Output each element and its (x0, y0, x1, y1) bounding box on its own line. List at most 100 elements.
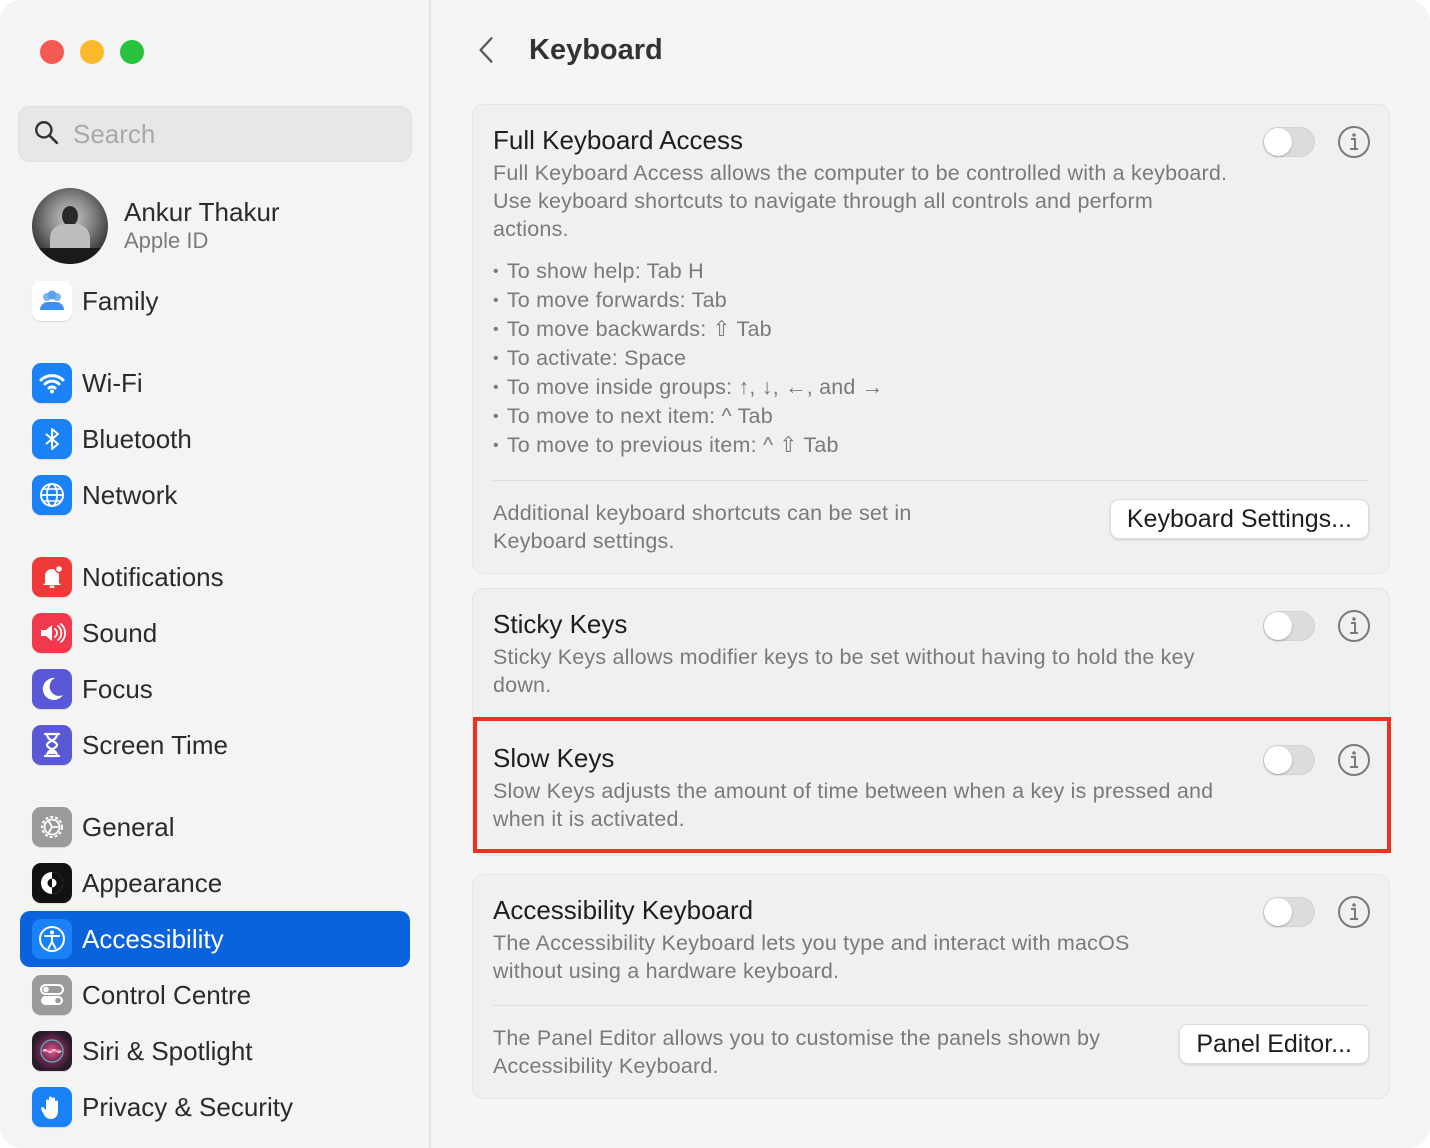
setting-description: The Accessibility Keyboard lets you type… (493, 931, 1130, 983)
page-header: Keyboard (471, 30, 663, 70)
shortcut-item: To move forwards: Tab (493, 286, 1369, 315)
shortcut-item: To move backwards: ⇧ Tab (493, 315, 1369, 344)
sidebar-item-label: Wi-Fi (82, 367, 143, 398)
keyboard-settings-button[interactable]: Keyboard Settings... (1109, 499, 1369, 539)
sticky-slow-keys-card: Sticky Keys Sticky Keys allows modifier … (472, 588, 1390, 856)
appearance-icon (32, 863, 72, 903)
accessibility-keyboard-toggle[interactable] (1263, 897, 1315, 927)
shortcut-item: To move to previous item: ^ ⇧ Tab (493, 431, 1369, 460)
setting-description: Sticky Keys allows modifier keys to be s… (493, 645, 1195, 697)
search-field[interactable] (18, 106, 412, 162)
setting-description: Slow Keys adjusts the amount of time bet… (493, 779, 1214, 831)
close-window-button[interactable] (40, 40, 64, 64)
maximize-window-button[interactable] (120, 40, 144, 64)
info-icon[interactable] (1337, 609, 1371, 643)
sidebar-item-family[interactable]: Family (20, 273, 410, 329)
accessibility-keyboard-card: Accessibility Keyboard The Accessibility… (472, 874, 1390, 1099)
window-controls (40, 40, 144, 64)
gear-icon (32, 807, 72, 847)
sidebar-item-sound[interactable]: Sound (20, 605, 410, 661)
control-centre-icon (32, 975, 72, 1015)
shortcut-item: To show help: Tab H (493, 257, 1369, 286)
globe-icon (32, 475, 72, 515)
sidebar-item-label: Network (82, 479, 178, 510)
sticky-keys-row: Sticky Keys Sticky Keys allows modifier … (473, 589, 1389, 719)
sidebar-item-label: Accessibility (82, 923, 224, 954)
hourglass-icon (32, 725, 72, 765)
sidebar-item-bluetooth[interactable]: Bluetooth (20, 411, 410, 467)
row-controls (1263, 895, 1371, 929)
sidebar-item-label: Screen Time (82, 729, 228, 760)
full-keyboard-access-row: Full Keyboard Access Full Keyboard Acces… (473, 105, 1389, 460)
search-icon (33, 119, 59, 150)
setting-title: Slow Keys (493, 743, 615, 773)
full-keyboard-access-card: Full Keyboard Access Full Keyboard Acces… (472, 104, 1390, 574)
bell-icon (32, 557, 72, 597)
system-settings-window: Ankur Thakur Apple ID Family Wi-Fi (0, 0, 1430, 1148)
sidebar-item-accessibility[interactable]: Accessibility (20, 911, 410, 967)
row-controls (1263, 609, 1371, 643)
sidebar-item-screen-time[interactable]: Screen Time (20, 717, 410, 773)
sidebar-item-label: Siri & Spotlight (82, 1035, 253, 1066)
accessibility-icon (32, 919, 72, 959)
footer-text: The Panel Editor allows you to customise… (493, 1026, 1101, 1078)
setting-title: Full Keyboard Access (493, 125, 744, 155)
footer-text: Additional keyboard shortcuts can be set… (493, 501, 912, 553)
profile-subtitle: Apple ID (124, 228, 209, 253)
main-content: Keyboard Full Keyboard Access Full Keybo… (431, 0, 1430, 1148)
sidebar-item-focus[interactable]: Focus (20, 661, 410, 717)
sidebar-item-control-centre[interactable]: Control Centre (20, 967, 410, 1023)
sidebar-notifications-group: Notifications Sound Focus Screen Time (20, 549, 410, 773)
sidebar-item-wifi[interactable]: Wi-Fi (20, 355, 410, 411)
sidebar: Ankur Thakur Apple ID Family Wi-Fi (0, 0, 431, 1148)
apple-id-profile[interactable]: Ankur Thakur Apple ID (32, 188, 280, 264)
shortcut-list: To show help: Tab H To move forwards: Ta… (493, 257, 1369, 460)
family-icon (32, 281, 72, 321)
sidebar-item-network[interactable]: Network (20, 467, 410, 523)
sidebar-item-appearance[interactable]: Appearance (20, 855, 410, 911)
sidebar-item-label: General (82, 811, 175, 842)
setting-title: Accessibility Keyboard (493, 895, 754, 925)
page-title: Keyboard (529, 33, 663, 66)
slow-keys-toggle[interactable] (1263, 745, 1315, 775)
row-controls (1263, 125, 1371, 159)
profile-name: Ankur Thakur (124, 197, 280, 227)
info-icon[interactable] (1337, 743, 1371, 777)
search-input[interactable] (73, 118, 393, 150)
moon-icon (32, 669, 72, 709)
sidebar-item-siri-spotlight[interactable]: Siri & Spotlight (20, 1023, 410, 1079)
sidebar-item-general[interactable]: General (20, 799, 410, 855)
sidebar-item-label: Notifications (82, 561, 224, 592)
accessibility-keyboard-row: Accessibility Keyboard The Accessibility… (473, 875, 1389, 985)
panel-editor-button[interactable]: Panel Editor... (1179, 1024, 1369, 1064)
sticky-keys-toggle[interactable] (1263, 611, 1315, 641)
sidebar-item-label: Sound (82, 617, 158, 648)
sidebar-item-privacy-security[interactable]: Privacy & Security (20, 1079, 410, 1135)
back-button[interactable] (471, 30, 501, 70)
panel-editor-row: The Panel Editor allows you to customise… (473, 1006, 1389, 1098)
full-keyboard-access-toggle[interactable] (1263, 127, 1315, 157)
sidebar-item-label: Control Centre (82, 979, 252, 1010)
sidebar-item-label: Appearance (82, 867, 223, 898)
sidebar-item-label: Privacy & Security (82, 1091, 293, 1122)
slow-keys-row: Slow Keys Slow Keys adjusts the amount o… (473, 719, 1389, 833)
hand-icon (32, 1087, 72, 1127)
shortcut-item: To move inside groups: ↑, ↓, ←, and → (493, 373, 1369, 402)
bluetooth-icon (32, 419, 72, 459)
sidebar-system-group: General Appearance Accessibility Control… (20, 799, 410, 1135)
shortcut-item: To activate: Space (493, 344, 1369, 373)
info-icon[interactable] (1337, 125, 1371, 159)
keyboard-settings-row: Additional keyboard shortcuts can be set… (473, 481, 1389, 573)
avatar (32, 188, 108, 264)
minimize-window-button[interactable] (80, 40, 104, 64)
siri-icon (32, 1031, 72, 1071)
info-icon[interactable] (1337, 895, 1371, 929)
sidebar-item-label: Focus (82, 673, 153, 704)
sidebar-item-notifications[interactable]: Notifications (20, 549, 410, 605)
shortcut-item: To move to next item: ^ Tab (493, 402, 1369, 431)
row-controls (1263, 743, 1371, 777)
sidebar-family-group: Family (20, 273, 410, 329)
chevron-left-icon (479, 37, 493, 63)
sidebar-item-label: Bluetooth (82, 423, 192, 454)
sidebar-item-label: Family (82, 285, 159, 316)
